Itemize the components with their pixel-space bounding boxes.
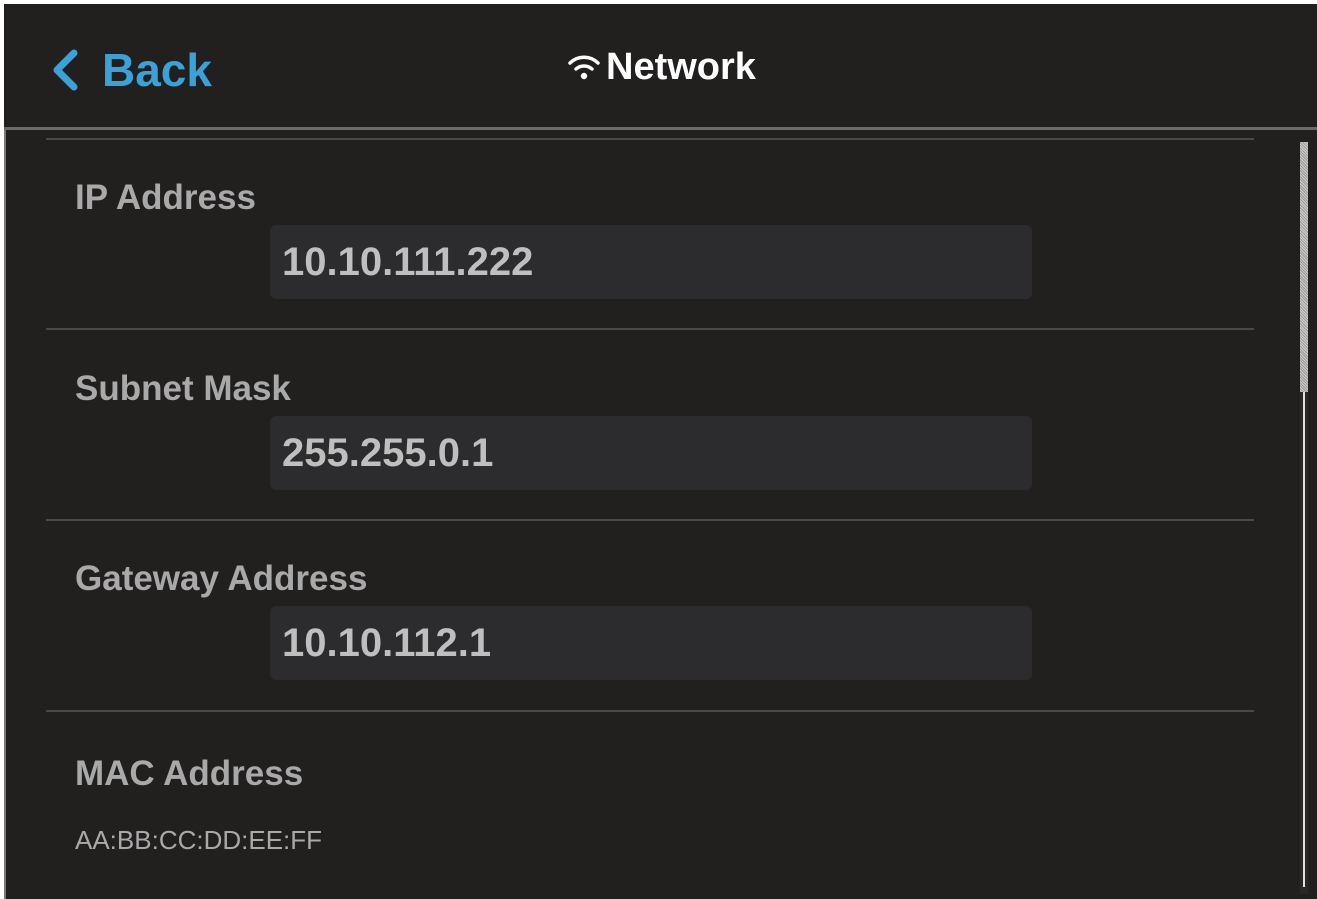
mac-address-value: AA:BB:CC:DD:EE:FF xyxy=(75,825,323,855)
wifi-icon xyxy=(568,55,600,80)
gateway-address-label: Gateway Address xyxy=(75,559,368,598)
subnet-mask-label: Subnet Mask xyxy=(75,369,291,408)
back-label: Back xyxy=(102,44,212,96)
back-button[interactable]: Back xyxy=(48,42,212,98)
network-screen: Back Network IP Address 10.10.111.222 Su… xyxy=(4,4,1317,899)
header-bar: Back Network xyxy=(4,4,1317,130)
chevron-left-icon xyxy=(53,49,78,91)
ip-address-label: IP Address xyxy=(75,178,256,217)
divider xyxy=(46,710,1254,712)
scrollbar-thumb[interactable] xyxy=(1300,142,1308,392)
scrollbar-track-line xyxy=(1303,392,1305,887)
page-title: Network xyxy=(606,46,756,88)
divider xyxy=(46,138,1254,140)
mac-address-label: MAC Address xyxy=(75,754,304,793)
page-title-group: Network xyxy=(564,48,756,86)
ip-address-field[interactable]: 10.10.111.222 xyxy=(270,225,1032,299)
divider xyxy=(46,519,1254,521)
scrollbar[interactable] xyxy=(1300,142,1308,894)
gateway-address-field[interactable]: 10.10.112.1 xyxy=(270,606,1032,680)
divider xyxy=(46,328,1254,330)
settings-list[interactable]: IP Address 10.10.111.222 Subnet Mask 255… xyxy=(4,130,1317,899)
subnet-mask-field[interactable]: 255.255.0.1 xyxy=(270,416,1032,490)
